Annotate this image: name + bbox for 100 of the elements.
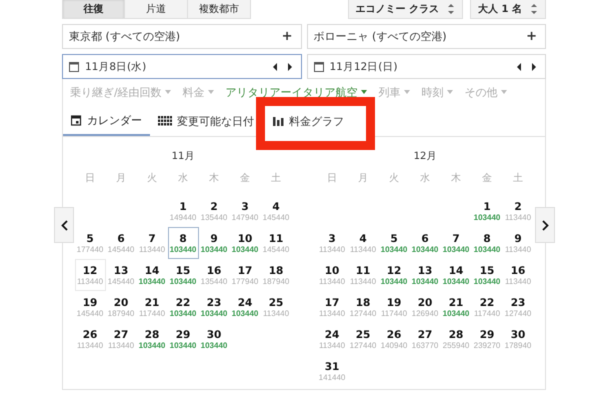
view-tab[interactable]: 料金グラフ — [265, 106, 352, 136]
day-cell[interactable]: 18 127440 — [348, 291, 378, 323]
day-cell[interactable]: 10 113440 — [316, 259, 348, 291]
weekday-label: 金 — [239, 172, 251, 186]
previous-month-button[interactable] — [54, 207, 74, 243]
cabin-select[interactable]: エコノミー クラス — [348, 0, 464, 19]
day-cell[interactable]: 13 145440 — [106, 259, 136, 291]
day-cell[interactable]: 1 149440 — [168, 195, 198, 227]
day-cell[interactable]: 1 103440 — [472, 195, 502, 227]
add-airport-button[interactable]: + — [526, 29, 537, 44]
day-cell[interactable]: 11 145440 — [260, 227, 292, 259]
day-cell[interactable]: 9 103440 — [198, 227, 230, 259]
month-title: 12月 — [414, 150, 436, 164]
day-cell[interactable]: 22 117440 — [472, 291, 502, 323]
day-cell[interactable]: 28 255940 — [440, 323, 472, 355]
day-cell[interactable]: 24 103440 — [230, 291, 260, 323]
calendar-icon — [69, 62, 79, 72]
view-tab[interactable]: カレンダー — [63, 106, 150, 136]
weekday-label: 日 — [84, 172, 96, 186]
day-cell[interactable]: 14 103440 — [136, 259, 168, 291]
day-cell[interactable]: 3 113440 — [316, 227, 348, 259]
day-cell[interactable]: 23 127440 — [502, 291, 534, 323]
day-cell[interactable]: 5 103440 — [378, 227, 410, 259]
day-cell[interactable]: 15 103440 — [168, 259, 198, 291]
day-cell[interactable]: 25 113440 — [260, 291, 292, 323]
day-cell[interactable]: 17 177940 — [230, 259, 260, 291]
previous-date-icon — [272, 62, 278, 70]
day-cell[interactable]: 20 187940 — [106, 291, 136, 323]
view-tab[interactable]: 変更可能な日付 — [150, 106, 262, 136]
trip-type-tab[interactable]: 往復 — [62, 0, 125, 19]
day-cell[interactable]: 12 113440 — [74, 259, 106, 291]
sort-arrows-icon — [530, 2, 538, 14]
chevron-left-icon — [60, 220, 68, 230]
day-cell[interactable]: 2 135440 — [198, 195, 230, 227]
calendar-icon — [71, 114, 82, 126]
day-cell[interactable]: 5 177440 — [74, 227, 106, 259]
day-cell[interactable]: 27 113440 — [106, 323, 136, 355]
weekday-label: 水 — [419, 172, 431, 186]
day-cell[interactable]: 29 103440 — [168, 323, 198, 355]
day-cell[interactable]: 7 103440 — [440, 227, 472, 259]
day-cell[interactable]: 19 117440 — [378, 291, 410, 323]
day-cell[interactable]: 15 103440 — [472, 259, 502, 291]
dropdown-caret-icon — [500, 90, 507, 94]
day-cell[interactable]: 30 103440 — [198, 323, 230, 355]
weekday-label: 土 — [512, 172, 524, 186]
day-cell[interactable]: 10 103440 — [230, 227, 260, 259]
trip-type-tab[interactable]: 複数都市 — [188, 0, 251, 19]
day-cell[interactable]: 9 113440 — [502, 227, 534, 259]
add-airport-button[interactable]: + — [282, 29, 292, 44]
day-cell[interactable]: 6 103440 — [410, 227, 440, 259]
day-cell[interactable]: 24 113440 — [316, 323, 348, 355]
day-cell[interactable]: 11 113440 — [348, 259, 378, 291]
bar-chart-icon — [273, 116, 284, 126]
day-cell[interactable]: 19 145440 — [74, 291, 106, 323]
date-field[interactable]: 11月12日(日) — [306, 54, 546, 79]
previous-date-icon — [516, 62, 522, 70]
weekday-label: 火 — [388, 172, 400, 186]
day-cell[interactable]: 14 103440 — [440, 259, 472, 291]
weekday-label: 木 — [450, 172, 462, 186]
sort-arrows-icon — [447, 2, 456, 14]
day-cell[interactable]: 30 178940 — [502, 323, 534, 355]
origin-field[interactable]: 東京都 (すべての空港) + — [62, 24, 302, 49]
day-cell[interactable]: 23 103440 — [198, 291, 230, 323]
chevron-right-icon — [542, 220, 548, 230]
day-cell[interactable]: 26 113440 — [74, 323, 106, 355]
day-cell[interactable]: 26 140940 — [378, 323, 410, 355]
date-field[interactable]: 11月8日(水) — [62, 54, 302, 79]
day-cell[interactable]: 17 113440 — [316, 291, 348, 323]
day-cell[interactable]: 4 113440 — [348, 227, 378, 259]
day-cell[interactable]: 16 113440 — [502, 259, 534, 291]
day-cell[interactable]: 21 117440 — [136, 291, 168, 323]
day-cell[interactable]: 2 113440 — [502, 195, 534, 227]
calendar-icon — [314, 62, 324, 72]
day-cell[interactable]: 18 187940 — [260, 259, 292, 291]
day-cell[interactable]: 31 141440 — [316, 355, 348, 387]
day-cell[interactable]: 22 103440 — [168, 291, 198, 323]
day-cell[interactable]: 8 103440 — [168, 227, 198, 259]
day-cell[interactable]: 16 135440 — [198, 259, 230, 291]
day-cell[interactable]: 6 145440 — [106, 227, 136, 259]
day-cell[interactable]: 7 113440 — [136, 227, 168, 259]
dropdown-caret-icon — [164, 90, 171, 94]
day-cell[interactable]: 12 103440 — [378, 259, 410, 291]
day-cell[interactable]: 8 103440 — [472, 227, 502, 259]
day-cell[interactable]: 28 103440 — [136, 323, 168, 355]
day-cell[interactable]: 29 239270 — [472, 323, 502, 355]
filter-dropdown[interactable]: アリタリアーイタリア航空 — [226, 83, 367, 101]
dropdown-caret-icon — [404, 90, 410, 94]
day-cell[interactable]: 25 127440 — [348, 323, 378, 355]
passengers-select[interactable]: 大人 1 名 — [470, 0, 546, 19]
day-cell[interactable]: 13 103440 — [410, 259, 440, 291]
day-cell[interactable]: 27 163770 — [410, 323, 440, 355]
weekday-label: 日 — [326, 172, 338, 186]
weekday-label: 月 — [115, 172, 127, 186]
trip-type-tab[interactable]: 片道 — [125, 0, 188, 19]
day-cell[interactable]: 21 103440 — [440, 291, 472, 323]
destination-field[interactable]: ボローニャ (すべての空港) + — [306, 24, 546, 49]
day-cell[interactable]: 3 147940 — [230, 195, 260, 227]
next-month-button[interactable] — [535, 207, 555, 243]
day-cell[interactable]: 20 126940 — [410, 291, 440, 323]
day-cell[interactable]: 4 145440 — [260, 195, 292, 227]
